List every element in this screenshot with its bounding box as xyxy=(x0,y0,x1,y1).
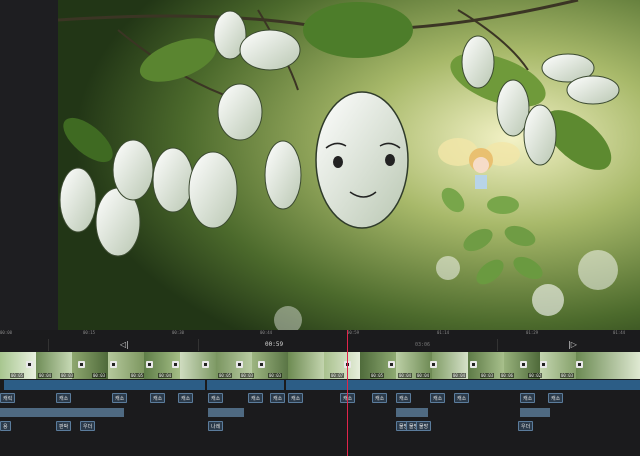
effect-bar[interactable] xyxy=(520,408,550,417)
subtitle-clip[interactable]: 용 xyxy=(0,421,11,431)
transport-bar: ◁| 00:59 03:06 |▷ xyxy=(0,338,640,352)
ruler-tick: 00:59 xyxy=(347,330,360,335)
timeline-ruler[interactable]: 00:00 00:15 00:30 00:44 00:59 01:14 01:2… xyxy=(0,330,640,338)
transition-button[interactable] xyxy=(78,361,85,368)
effect-bar[interactable] xyxy=(208,408,244,417)
current-time: 00:59 xyxy=(265,341,284,348)
transition-button[interactable] xyxy=(26,361,33,368)
subtitle-clip[interactable]: 캐소 xyxy=(248,393,264,403)
audio-gap xyxy=(205,380,207,390)
ruler-tick: 00:00 xyxy=(0,330,13,335)
subtitle-clip[interactable]: 캐소 xyxy=(56,393,72,403)
clip-thumbnail[interactable] xyxy=(180,352,216,379)
clip-thumbnail[interactable] xyxy=(288,352,324,379)
clip-thumbnail[interactable] xyxy=(576,352,640,379)
ruler-tick: 01:44 xyxy=(613,330,626,335)
clip-duration: 00:07 xyxy=(330,373,345,378)
clip-duration: 00:03 xyxy=(560,373,575,378)
subtitle-track-1: 캐릭 캐소 캐소 캐소 캐소 캐소 캐소 캐소 캐소 캐소 캐소 캐소 캐소 캐… xyxy=(0,393,640,405)
subtitle-clip[interactable]: 캐소 xyxy=(150,393,166,403)
subtitle-clip[interactable]: 캐소 xyxy=(178,393,194,403)
transition-button[interactable] xyxy=(202,361,209,368)
clip-duration: 00:03 xyxy=(240,373,255,378)
audio-gap xyxy=(284,380,286,390)
effect-bar[interactable] xyxy=(396,408,428,417)
ruler-tick: 01:29 xyxy=(526,330,539,335)
clip-duration: 00:02 xyxy=(528,373,543,378)
ruler-tick: 00:30 xyxy=(172,330,185,335)
effect-track xyxy=(0,408,640,420)
transition-button[interactable] xyxy=(236,361,243,368)
skip-forward-icon[interactable]: |▷ xyxy=(568,340,577,349)
ruler-tick: 00:15 xyxy=(83,330,96,335)
total-time: 03:06 xyxy=(415,342,431,348)
audio-track[interactable] xyxy=(0,380,640,390)
subtitle-clip[interactable]: 캐소 xyxy=(112,393,128,403)
subtitle-clip[interactable]: 캐소 xyxy=(396,393,412,403)
subtitle-clip[interactable]: 캐릭 xyxy=(0,393,16,403)
subtitle-clip[interactable]: 캐소 xyxy=(208,393,224,403)
clip-duration: 00:03 xyxy=(480,373,495,378)
audio-gap xyxy=(0,380,4,390)
clip-duration: 00:06 xyxy=(500,373,515,378)
subtitle-clip[interactable]: 나레 xyxy=(208,421,224,431)
clip-duration: 00:05 xyxy=(370,373,385,378)
transition-button[interactable] xyxy=(430,361,437,368)
transition-button[interactable] xyxy=(540,361,547,368)
subtitle-clip[interactable]: 우더 xyxy=(518,421,534,431)
ruler-tick: 00:44 xyxy=(260,330,273,335)
subtitle-clip[interactable]: 캐소 xyxy=(520,393,536,403)
divider xyxy=(497,339,498,351)
transition-button[interactable] xyxy=(470,361,477,368)
preview-frame-image xyxy=(58,0,640,330)
transition-button[interactable] xyxy=(388,361,395,368)
video-track[interactable]: 00:05 00:04 00:03 00:03 00:05 00:04 00:0… xyxy=(0,352,640,379)
subtitle-clip[interactable]: 캐소 xyxy=(288,393,304,403)
subtitle-clip[interactable]: 물방 xyxy=(416,421,432,431)
clip-duration: 00:04 xyxy=(398,373,413,378)
subtitle-clip[interactable]: 판박 xyxy=(56,421,72,431)
subtitle-clip[interactable]: 캐소 xyxy=(430,393,446,403)
subtitle-clip[interactable]: 캐소 xyxy=(454,393,470,403)
divider xyxy=(48,339,49,351)
clip-duration: 00:03 xyxy=(268,373,283,378)
clip-duration: 00:03 xyxy=(92,373,107,378)
transition-button[interactable] xyxy=(258,361,265,368)
clip-duration: 00:04 xyxy=(38,373,53,378)
transition-button[interactable] xyxy=(110,361,117,368)
clip-duration: 00:05 xyxy=(218,373,233,378)
skip-back-icon[interactable]: ◁| xyxy=(120,340,129,349)
playhead[interactable] xyxy=(347,330,348,456)
clip-duration: 00:03 xyxy=(60,373,75,378)
transition-button[interactable] xyxy=(576,361,583,368)
divider xyxy=(198,339,199,351)
clip-duration: 00:04 xyxy=(416,373,431,378)
subtitle-clip[interactable]: 캐소 xyxy=(548,393,564,403)
subtitle-clip[interactable]: 캐소 xyxy=(372,393,388,403)
transition-button[interactable] xyxy=(172,361,179,368)
clip-duration: 00:04 xyxy=(158,373,173,378)
clip-duration: 00:05 xyxy=(10,373,25,378)
transition-button[interactable] xyxy=(146,361,153,368)
subtitle-track-2: 용 판박 우더 나레 물방 물방 물방 우더 xyxy=(0,421,640,433)
ruler-tick: 01:14 xyxy=(437,330,450,335)
subtitle-clip[interactable]: 캐소 xyxy=(270,393,286,403)
clip-duration: 00:04 xyxy=(452,373,467,378)
left-panel xyxy=(0,0,58,330)
transition-button[interactable] xyxy=(520,361,527,368)
clip-duration: 00:05 xyxy=(130,373,145,378)
video-preview[interactable] xyxy=(58,0,640,330)
subtitle-clip[interactable]: 우더 xyxy=(80,421,96,431)
effect-bar[interactable] xyxy=(0,408,124,417)
